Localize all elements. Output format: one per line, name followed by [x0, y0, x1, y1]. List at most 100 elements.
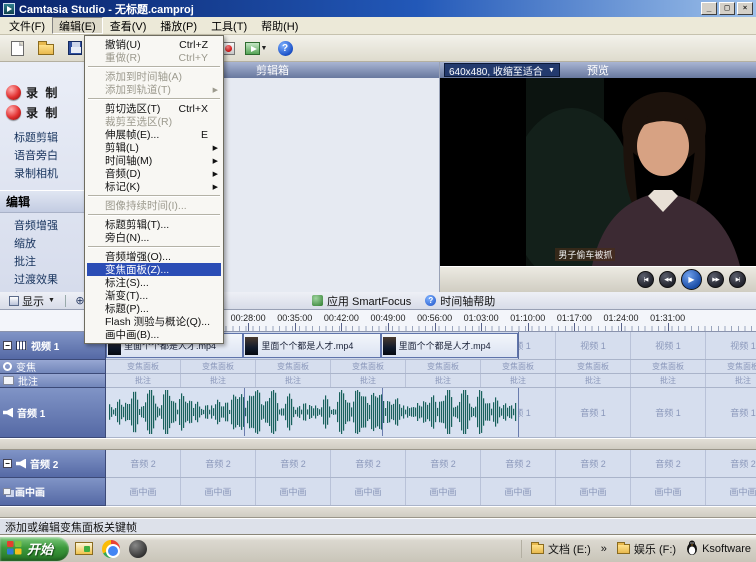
tray-shortcut[interactable]: 娱乐 (F:) — [617, 541, 676, 557]
timeline-help-button[interactable]: 时间轴帮助 — [419, 293, 501, 309]
track-cell: 视频 1 — [631, 332, 706, 359]
track-cell: 变焦面板 — [106, 360, 181, 373]
preview-zoom-dropdown[interactable]: 640x480, 收缩至适合 ▼ — [444, 63, 560, 77]
ruler-time-label: 00:35:00 — [272, 313, 318, 323]
chrome-quicklaunch-button[interactable] — [99, 537, 123, 561]
clip-label: 里面个个都是人才.mp4 — [261, 339, 353, 352]
edit-menu-item[interactable]: 旁白(N)... — [87, 231, 221, 244]
apply-smartfocus-button[interactable]: 应用 SmartFocus — [306, 293, 417, 309]
penguin-icon — [686, 540, 698, 558]
track-label-audio1[interactable]: 音频 1 — [0, 388, 106, 438]
previous-button[interactable]: |◀ — [637, 271, 654, 288]
track-cells-callout[interactable]: 批注批注批注批注批注批注批注批注批注 — [106, 374, 756, 388]
track-cell: 画中画 — [331, 478, 406, 505]
next-button[interactable]: ▶| — [729, 271, 746, 288]
tray-overflow-chevron[interactable]: » — [601, 543, 607, 555]
help-icon — [425, 295, 436, 306]
maximize-button[interactable] — [719, 2, 735, 15]
menu-play[interactable]: 播放(P) — [153, 17, 204, 34]
minimize-button[interactable] — [701, 2, 717, 15]
produce-share-button[interactable]: ▼ — [243, 37, 269, 59]
ksoftware-tray-item[interactable]: Ksoftware — [686, 540, 751, 558]
clip-label: 里面个个都是人才.mp4 — [399, 339, 491, 352]
forward-button[interactable]: ▶▶ — [707, 271, 724, 288]
tray-shortcut[interactable]: 文档 (E:) — [531, 541, 591, 557]
taskbar-tray: 文档 (E:) » 娱乐 (F:) Ksoftware — [521, 540, 751, 558]
tray-item-label: 文档 (E:) — [548, 541, 591, 557]
audio-waveform — [106, 388, 519, 437]
windows-flag-icon — [7, 540, 22, 558]
menu-separator — [88, 66, 220, 68]
zoom-track-icon — [3, 362, 12, 371]
chevron-down-icon: ▼ — [548, 67, 555, 74]
audio1-track-icon — [3, 408, 13, 418]
collapse-toggle[interactable]: − — [3, 459, 12, 468]
track-label-callout[interactable]: 批注 — [0, 374, 106, 388]
track-cell: 批注 — [706, 374, 756, 387]
menu-item-label: 标记(K) — [105, 179, 140, 194]
track-cell: 音频 2 — [256, 450, 331, 477]
edit-menu-item[interactable]: 标记(K) ▶ — [87, 180, 221, 193]
play-button[interactable]: ▶ — [681, 269, 702, 290]
track-cells-audio2[interactable]: 音频 2音频 2音频 2音频 2音频 2音频 2音频 2音频 2音频 2 — [106, 450, 756, 478]
start-button[interactable]: 开始 — [0, 537, 69, 561]
track-label-pip[interactable]: 画中画 — [0, 478, 106, 506]
show-dropdown-button[interactable]: 显示 ▼ — [4, 293, 60, 309]
help-button[interactable] — [272, 37, 298, 59]
playback-controls: |◀◀◀▶▶▶▶| — [440, 266, 756, 292]
video-track-icon — [16, 341, 27, 350]
track-cell: 视频 1 — [706, 332, 756, 359]
menu-separator — [88, 214, 220, 216]
ruler-time-label: 00:49:00 — [365, 313, 411, 323]
track-cell: 画中画 — [556, 478, 631, 505]
track-cell: 音频 2 — [106, 450, 181, 477]
track-row-zoom: 变焦变焦面板变焦面板变焦面板变焦面板变焦面板变焦面板变焦面板变焦面板变焦面板 — [0, 360, 756, 374]
track-cells-pip[interactable]: 画中画画中画画中画画中画画中画画中画画中画画中画画中画 — [106, 478, 756, 506]
track-label-zoom[interactable]: 变焦 — [0, 360, 106, 374]
collapse-toggle[interactable]: − — [3, 341, 12, 350]
track-cells-zoom[interactable]: 变焦面板变焦面板变焦面板变焦面板变焦面板变焦面板变焦面板变焦面板变焦面板 — [106, 360, 756, 374]
media-player-quicklaunch-button[interactable] — [126, 537, 150, 561]
open-project-button[interactable] — [33, 37, 59, 59]
track-row-callout: 批注批注批注批注批注批注批注批注批注批注 — [0, 374, 756, 388]
media-player-icon — [129, 540, 147, 558]
track-cell: 视频 1 — [556, 332, 631, 359]
folder-icon — [531, 544, 544, 554]
smartfocus-label: 应用 SmartFocus — [327, 293, 411, 309]
track-cell: 批注 — [631, 374, 706, 387]
timeline-clip[interactable]: 里面个个都是人才.mp4 — [243, 333, 380, 358]
clip-bin-title: 剪辑箱 — [256, 62, 289, 78]
close-button[interactable] — [737, 2, 753, 15]
help-icon — [278, 41, 293, 56]
camtasia-app-icon — [3, 3, 15, 15]
menu-edit[interactable]: 编辑(E) — [52, 17, 103, 34]
track-cell: 批注 — [331, 374, 406, 387]
submenu-arrow-icon: ▶ — [213, 183, 218, 191]
preview-panel: 640x480, 收缩至适合 ▼ 预览 男子偷 — [440, 62, 756, 292]
menu-file[interactable]: 文件(F) — [2, 17, 52, 34]
track-label-audio2[interactable]: −音频 2 — [0, 450, 106, 478]
menubar: 文件(F)编辑(E)查看(V)播放(P)工具(T)帮助(H) — [0, 17, 756, 35]
explorer-quicklaunch-button[interactable] — [72, 537, 96, 561]
rewind-button[interactable]: ◀◀ — [659, 271, 676, 288]
clip-thumbnail-icon — [383, 337, 396, 355]
chevron-down-icon: ▼ — [48, 297, 55, 304]
track-cells-audio1[interactable]: 音频 1音频 1音频 1音频 1音频 1音频 1音频 1音频 1音频 1 — [106, 388, 756, 438]
menu-separator — [88, 195, 220, 197]
edit-menu-item[interactable]: 画中画(B)... — [87, 328, 221, 341]
track-cell: 变焦面板 — [256, 360, 331, 373]
track-cell: 变焦面板 — [631, 360, 706, 373]
ruler-time-label: 00:56:00 — [412, 313, 458, 323]
desktop-screen: Camtasia Studio - 无标题.camproj 文件(F)编辑(E)… — [0, 0, 756, 562]
new-document-button[interactable] — [4, 37, 30, 59]
menu-view[interactable]: 查看(V) — [103, 17, 154, 34]
track-cell: 画中画 — [631, 478, 706, 505]
menu-help[interactable]: 帮助(H) — [254, 17, 305, 34]
preview-zoom-value: 640x480, 收缩至适合 — [449, 63, 543, 78]
timeline-divider — [0, 506, 756, 518]
folder-icon — [617, 544, 630, 554]
track-cell: 画中画 — [181, 478, 256, 505]
track-cell: 音频 1 — [631, 388, 706, 437]
menu-tools[interactable]: 工具(T) — [204, 17, 254, 34]
timeline-clip[interactable]: 里面个个都是人才.mp4 — [381, 333, 518, 358]
